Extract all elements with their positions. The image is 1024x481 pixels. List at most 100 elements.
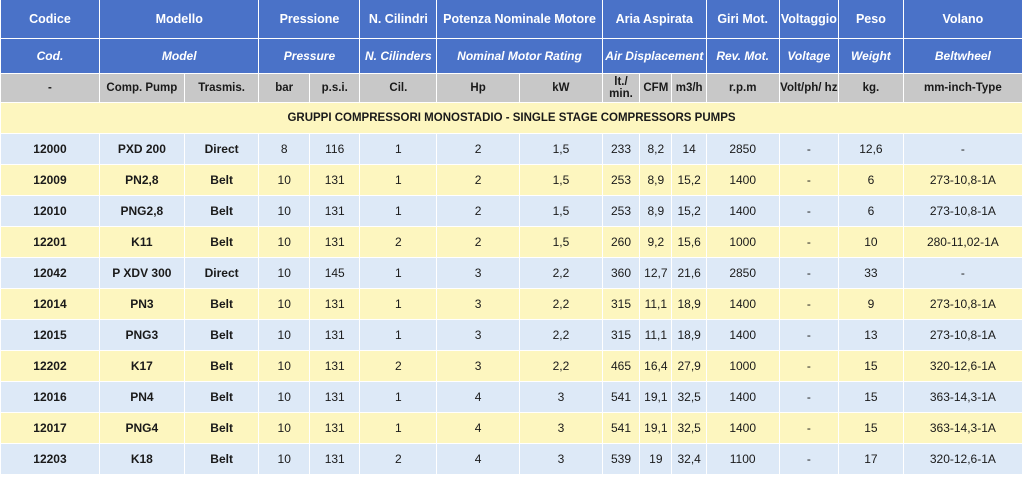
header-cylinders: N. Cilinders — [360, 39, 438, 74]
cell-bar: 10 — [259, 196, 310, 227]
cell-hp: 3 — [437, 351, 520, 382]
header-volano: Volano — [903, 0, 1023, 39]
cell-kw: 3 — [520, 444, 603, 475]
cell-psi: 131 — [309, 227, 361, 258]
cell-code: 12203 — [1, 444, 100, 475]
cell-belt: 320-12,6-1A — [903, 444, 1023, 475]
cell-cfm: 19,1 — [640, 382, 673, 413]
cell-belt: 273-10,8-1A — [903, 320, 1023, 351]
cell-belt: - — [903, 134, 1023, 165]
header-giri: Giri Mot. — [706, 0, 780, 39]
cell-cyl: 2 — [360, 227, 438, 258]
table-row: 12203 K18 Belt 10 131 2 4 3 539 19 32,4 1100-17 320-… — [1, 444, 1023, 475]
cell-trans: Belt — [184, 351, 260, 382]
cell-lt: 253 — [602, 196, 641, 227]
unit-comp-pump: Comp. Pump — [99, 74, 185, 103]
cell-trans: Belt — [184, 382, 260, 413]
cell-model: K17 — [99, 351, 185, 382]
table-row: 12017 PNG4 Belt 10 131 1 4 3 541 19,1 32,5 1400-15 3… — [1, 413, 1023, 444]
cell-kg: 12,6 — [839, 134, 904, 165]
cell-psi: 131 — [309, 165, 361, 196]
unit-bar: bar — [259, 74, 310, 103]
cell-hp: 2 — [437, 227, 520, 258]
cell-bar: 10 — [259, 165, 310, 196]
cell-cfm: 19,1 — [640, 413, 673, 444]
cell-volt: - — [779, 196, 840, 227]
cell-psi: 131 — [309, 289, 361, 320]
header-voltaggio: Voltaggio — [779, 0, 840, 39]
header-model: Model — [99, 39, 260, 74]
header-codice: Codice — [1, 0, 100, 39]
cell-cfm: 19 — [640, 444, 673, 475]
cell-cfm: 11,1 — [640, 320, 673, 351]
cell-cfm: 8,9 — [640, 196, 673, 227]
cell-lt: 541 — [602, 382, 641, 413]
cell-bar: 8 — [259, 134, 310, 165]
cell-bar: 10 — [259, 289, 310, 320]
cell-rpm: 1400 — [706, 289, 780, 320]
cell-cyl: 1 — [360, 320, 438, 351]
cell-rpm: 2850 — [706, 258, 780, 289]
cell-code: 12017 — [1, 413, 100, 444]
cell-trans: Belt — [184, 165, 260, 196]
cell-code: 12014 — [1, 289, 100, 320]
cell-trans: Belt — [184, 320, 260, 351]
cell-cyl: 1 — [360, 258, 438, 289]
table-row: 12000 PXD 200 Direct 8 116 1 2 1,5 233 8,2 14 2850-… — [1, 134, 1023, 165]
cell-lt: 465 — [602, 351, 641, 382]
cell-kw: 2,2 — [520, 351, 603, 382]
cell-m3h: 14 — [672, 134, 707, 165]
header-rating: Nominal Motor Rating — [437, 39, 603, 74]
header-row-units: - Comp. Pump Trasmis. bar p.s.i. Cil. Hp kW lt./… — [1, 74, 1023, 103]
header-pressure: Pressure — [259, 39, 361, 74]
cell-lt: 315 — [602, 320, 641, 351]
cell-cyl: 1 — [360, 196, 438, 227]
cell-model: PN3 — [99, 289, 185, 320]
cell-belt: 273-10,8-1A — [903, 165, 1023, 196]
cell-code: 12009 — [1, 165, 100, 196]
unit-volt: Volt/ph/ hz — [779, 74, 840, 103]
cell-psi: 131 — [309, 413, 361, 444]
cell-psi: 131 — [309, 196, 361, 227]
unit-cfm: CFM — [640, 74, 673, 103]
cell-psi: 131 — [309, 351, 361, 382]
cell-psi: 116 — [309, 134, 361, 165]
cell-psi: 145 — [309, 258, 361, 289]
cell-trans: Direct — [184, 134, 260, 165]
cell-volt: - — [779, 134, 840, 165]
cell-kw: 1,5 — [520, 165, 603, 196]
cell-kw: 3 — [520, 382, 603, 413]
cell-model: PNG4 — [99, 413, 185, 444]
cell-hp: 2 — [437, 134, 520, 165]
header-cilindri: N. Cilindri — [360, 0, 438, 39]
cell-cyl: 1 — [360, 134, 438, 165]
cell-code: 12042 — [1, 258, 100, 289]
cell-model: K11 — [99, 227, 185, 258]
cell-kw: 1,5 — [520, 134, 603, 165]
cell-kg: 33 — [839, 258, 904, 289]
cell-cyl: 2 — [360, 351, 438, 382]
cell-trans: Belt — [184, 413, 260, 444]
cell-trans: Direct — [184, 258, 260, 289]
cell-trans: Belt — [184, 444, 260, 475]
cell-cyl: 1 — [360, 289, 438, 320]
cell-model: P XDV 300 — [99, 258, 185, 289]
cell-m3h: 18,9 — [672, 289, 707, 320]
header-weight: Weight — [839, 39, 904, 74]
cell-kw: 2,2 — [520, 289, 603, 320]
cell-cfm: 11,1 — [640, 289, 673, 320]
cell-rpm: 2850 — [706, 134, 780, 165]
cell-volt: - — [779, 165, 840, 196]
cell-kw: 2,2 — [520, 320, 603, 351]
cell-volt: - — [779, 382, 840, 413]
cell-hp: 3 — [437, 258, 520, 289]
header-rev: Rev. Mot. — [706, 39, 780, 74]
cell-volt: - — [779, 320, 840, 351]
cell-model: PN4 — [99, 382, 185, 413]
cell-volt: - — [779, 258, 840, 289]
cell-m3h: 32,5 — [672, 382, 707, 413]
cell-code: 12201 — [1, 227, 100, 258]
cell-m3h: 21,6 — [672, 258, 707, 289]
cell-bar: 10 — [259, 258, 310, 289]
cell-rpm: 1400 — [706, 320, 780, 351]
